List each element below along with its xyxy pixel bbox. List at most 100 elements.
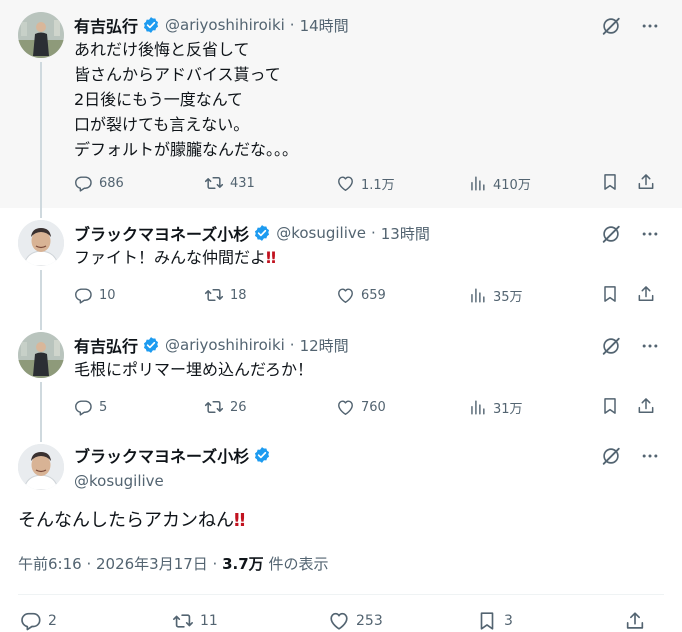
thread-line <box>40 382 42 432</box>
avatar[interactable] <box>18 444 64 490</box>
more-icon[interactable] <box>640 446 660 466</box>
repost-button[interactable]: 26 <box>204 396 247 418</box>
repost-button[interactable]: 431 <box>204 172 255 194</box>
timestamp[interactable]: 12時間 <box>300 335 349 356</box>
thread-line <box>40 270 42 320</box>
tweet-ariyoshi-1[interactable]: 有吉弘行 @ariyoshihiroiki · 14時間 あれだけ後悔と反省して… <box>0 0 682 208</box>
like-count: 1.1万 <box>361 177 395 193</box>
main-tweet-actions: 2 11 253 3 <box>20 610 660 632</box>
reply-icon <box>20 610 42 632</box>
timestamp[interactable]: 14時間 <box>300 15 349 36</box>
tweet-line: 口が裂けても言えない。 <box>74 115 250 134</box>
thread-line <box>40 62 42 208</box>
double-exclamation-emoji: ‼ <box>266 248 277 267</box>
like-count: 253 <box>356 613 383 629</box>
timestamp[interactable]: 13時間 <box>381 223 430 244</box>
repost-icon <box>172 610 194 632</box>
tweet-line: 皆さんからアドバイス貰って <box>74 65 281 84</box>
bookmark-icon[interactable] <box>600 396 620 416</box>
share-icon[interactable] <box>636 284 656 304</box>
heart-icon <box>328 610 350 632</box>
share-icon[interactable] <box>636 172 656 192</box>
view-count: 35万 <box>493 289 523 305</box>
bookmark-icon[interactable] <box>600 284 620 304</box>
reply-icon <box>74 286 93 305</box>
bookmark-icon[interactable] <box>600 172 620 192</box>
more-icon[interactable] <box>640 336 660 356</box>
handle[interactable]: @kosugilive <box>74 472 276 490</box>
view-count: 3.7万 <box>222 555 264 573</box>
tweet-line: あれだけ後悔と反省して <box>74 40 250 59</box>
share-icon[interactable] <box>636 396 656 416</box>
double-exclamation-emoji: ‼ <box>234 510 246 531</box>
repost-button[interactable]: 18 <box>204 284 247 306</box>
handle[interactable]: @ariyoshihiroiki <box>165 16 285 34</box>
grok-icon[interactable] <box>600 223 622 245</box>
timestamp[interactable]: 午前6:16 · 2026年3月17日 · <box>18 555 222 573</box>
display-name[interactable]: ブラックマヨネーズ小杉 <box>74 221 249 245</box>
tweet-header: 有吉弘行 @ariyoshihiroiki · 14時間 <box>74 13 349 37</box>
handle[interactable]: @kosugilive <box>276 224 366 242</box>
views-button[interactable]: 410万 <box>468 172 531 194</box>
views-label: 件の表示 <box>263 555 329 573</box>
tweet-kosugi-1[interactable]: ブラックマヨネーズ小杉 @kosugilive · 13時間 ファイト！みんな仲… <box>0 208 682 320</box>
share-icon[interactable] <box>624 610 646 632</box>
bookmark-button[interactable]: 3 <box>476 610 513 632</box>
bookmark-icon <box>476 610 498 632</box>
tweet-top-actions <box>600 445 660 467</box>
tweet-top-actions <box>600 15 660 37</box>
display-name[interactable]: 有吉弘行 <box>74 13 138 37</box>
reply-button[interactable]: 2 <box>20 610 57 632</box>
tweet-line: 2日後にもう一度なんて <box>74 90 243 109</box>
repost-icon <box>204 285 224 305</box>
tweet-line: ファイト！みんな仲間だよ <box>74 248 267 267</box>
grok-icon[interactable] <box>600 335 622 357</box>
grok-icon[interactable] <box>600 15 622 37</box>
more-icon[interactable] <box>640 16 660 36</box>
like-button[interactable]: 1.1万 <box>336 172 395 194</box>
views-button[interactable]: 35万 <box>468 284 523 306</box>
like-button[interactable]: 253 <box>328 610 383 632</box>
tweet-ariyoshi-2[interactable]: 有吉弘行 @ariyoshihiroiki · 12時間 毛根にポリマー埋め込ん… <box>0 320 682 432</box>
heart-icon <box>336 174 355 193</box>
like-button[interactable]: 760 <box>336 396 386 418</box>
bookmark-count: 3 <box>504 613 513 629</box>
repost-icon <box>204 173 224 193</box>
reply-button[interactable]: 686 <box>74 172 124 194</box>
reply-button[interactable]: 10 <box>74 284 116 306</box>
handle[interactable]: @ariyoshihiroiki <box>165 336 285 354</box>
verified-badge-icon <box>253 224 271 242</box>
thread-line <box>40 208 42 218</box>
tweet-actions: 5 26 760 31万 <box>74 396 660 418</box>
reply-count: 5 <box>99 399 108 415</box>
views-icon <box>468 174 487 193</box>
grok-icon[interactable] <box>600 445 622 467</box>
tweet-actions: 686 431 1.1万 410万 <box>74 172 660 194</box>
avatar[interactable] <box>18 332 64 378</box>
tweet-line: 毛根にポリマー埋め込んだろか！ <box>74 360 314 379</box>
tweet-line: そんなんしたらアカンねん <box>18 510 234 531</box>
tweet-top-actions <box>600 335 660 357</box>
tweet-meta: 午前6:16 · 2026年3月17日 · 3.7万 件の表示 <box>18 553 328 574</box>
like-button[interactable]: 659 <box>336 284 386 306</box>
views-icon <box>468 286 487 305</box>
avatar[interactable] <box>18 220 64 266</box>
verified-badge-icon <box>142 16 160 34</box>
views-button[interactable]: 31万 <box>468 396 523 418</box>
reply-count: 10 <box>99 287 116 303</box>
display-name[interactable]: 有吉弘行 <box>74 333 138 357</box>
separator: · <box>289 336 295 354</box>
like-count: 659 <box>361 287 386 303</box>
tweet-text: ファイト！みんな仲間だよ‼ <box>74 245 276 270</box>
reply-count: 2 <box>48 613 57 629</box>
repost-count: 18 <box>230 287 247 303</box>
display-name[interactable]: ブラックマヨネーズ小杉 <box>74 443 249 467</box>
heart-icon <box>336 286 355 305</box>
tweet-header: 有吉弘行 @ariyoshihiroiki · 12時間 <box>74 333 349 357</box>
more-icon[interactable] <box>640 224 660 244</box>
reply-button[interactable]: 5 <box>74 396 107 418</box>
avatar[interactable] <box>18 12 64 58</box>
thread-line <box>40 432 42 442</box>
tweet-header: ブラックマヨネーズ小杉 @kosugilive · 13時間 <box>74 221 430 245</box>
repost-button[interactable]: 11 <box>172 610 218 632</box>
